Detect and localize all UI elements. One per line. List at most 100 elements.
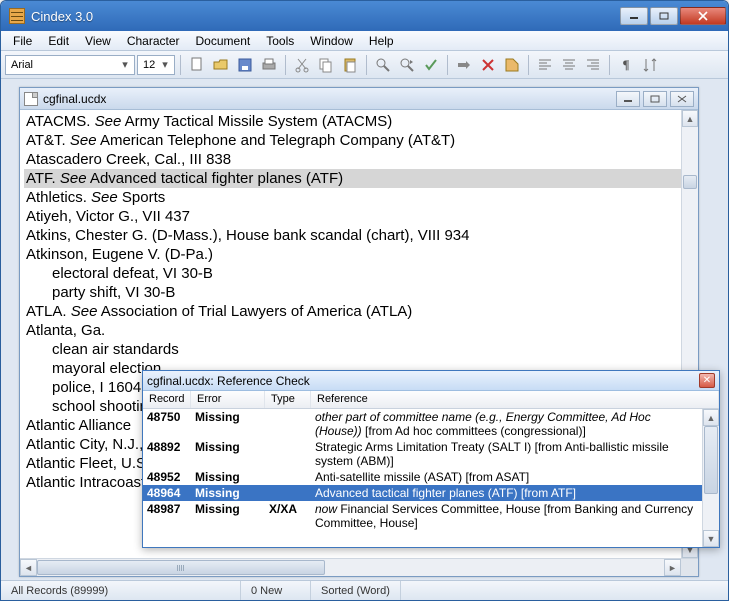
ref-scroll-up-button[interactable]: ▲ (703, 409, 719, 426)
chevron-down-icon: ▾ (158, 56, 172, 74)
ref-error: Missing (195, 486, 269, 500)
ref-scroll-down-button[interactable]: ▼ (703, 530, 719, 547)
statusbar: All Records (89999) 0 New Sorted (Word) (1, 580, 728, 600)
app-icon (9, 8, 25, 24)
index-line[interactable]: AT&T. See American Telephone and Telegra… (24, 131, 694, 150)
print-button[interactable] (258, 54, 280, 76)
index-line[interactable]: clean air standards (24, 340, 694, 359)
ref-text: Strategic Arms Limitation Treaty (SALT I… (315, 440, 698, 468)
checkmark-button[interactable] (420, 54, 442, 76)
font-size-select[interactable]: 12▾ (137, 55, 175, 75)
ref-error: Missing (195, 440, 269, 454)
titlebar[interactable]: Cindex 3.0 (1, 1, 728, 31)
index-line[interactable]: ATLA. See Association of Trial Lawyers o… (24, 302, 694, 321)
col-record[interactable]: Record (143, 391, 191, 408)
menu-window[interactable]: Window (302, 34, 361, 48)
reference-row[interactable]: 48987MissingX/XAnow Financial Services C… (143, 501, 702, 531)
index-line[interactable]: Atlanta, Ga. (24, 321, 694, 340)
ref-scroll-thumb[interactable] (704, 426, 718, 494)
doc-maximize-button[interactable] (643, 91, 667, 107)
find-next-button[interactable] (396, 54, 418, 76)
index-line[interactable]: Atkinson, Eugene V. (D-Pa.) (24, 245, 694, 264)
save-button[interactable] (234, 54, 256, 76)
close-button[interactable] (680, 7, 726, 25)
menu-tools[interactable]: Tools (258, 34, 302, 48)
index-line[interactable]: Athletics. See Sports (24, 188, 694, 207)
menu-file[interactable]: File (5, 34, 40, 48)
align-right-button[interactable] (582, 54, 604, 76)
ref-record: 48952 (147, 470, 195, 484)
ref-type: X/XA (269, 502, 315, 516)
ref-text: Advanced tactical fighter planes (ATF) [… (315, 486, 698, 500)
index-line[interactable]: party shift, VI 30-B (24, 283, 694, 302)
doc-minimize-button[interactable] (616, 91, 640, 107)
paste-button[interactable] (339, 54, 361, 76)
minimize-button[interactable] (620, 7, 648, 25)
find-button[interactable] (372, 54, 394, 76)
ref-error: Missing (195, 502, 269, 516)
menu-view[interactable]: View (77, 34, 119, 48)
col-reference[interactable]: Reference (311, 391, 719, 408)
status-records: All Records (89999) (1, 581, 241, 600)
menubar: File Edit View Character Document Tools … (1, 31, 728, 51)
ref-text: now Financial Services Committee, House … (315, 502, 698, 530)
col-error[interactable]: Error (191, 391, 265, 408)
font-family-select[interactable]: Arial▾ (5, 55, 135, 75)
reference-row[interactable]: 48892Missing Strategic Arms Limitation Tr… (143, 439, 702, 469)
scroll-thumb[interactable] (683, 175, 697, 189)
reference-title: cgfinal.ucdx: Reference Check (147, 374, 699, 388)
col-type[interactable]: Type (265, 391, 311, 408)
menu-help[interactable]: Help (361, 34, 402, 48)
reference-row[interactable]: 48964MissingAdvanced tactical fighter pl… (143, 485, 702, 501)
reference-check-window: cgfinal.ucdx: Reference Check ✕ Record E… (142, 370, 720, 548)
scroll-up-button[interactable]: ▲ (682, 110, 698, 127)
font-size-value: 12 (143, 59, 155, 71)
reference-row[interactable]: 48750Missing other part of committee name… (143, 409, 702, 439)
align-left-button[interactable] (534, 54, 556, 76)
index-line[interactable]: electoral defeat, VI 30-B (24, 264, 694, 283)
reference-row[interactable]: 48952Missing Anti-satellite missile (ASAT… (143, 469, 702, 485)
sort-button[interactable] (639, 54, 661, 76)
index-line[interactable]: Atkins, Chester G. (D-Mass.), House bank… (24, 226, 694, 245)
ref-error: Missing (195, 410, 269, 424)
copy-button[interactable] (315, 54, 337, 76)
ref-text: other part of committee name (e.g., Ener… (315, 410, 698, 438)
document-icon (24, 92, 38, 106)
reference-close-button[interactable]: ✕ (699, 373, 715, 388)
reference-body: 48750Missingother part of committee name… (143, 409, 719, 547)
ref-record: 48892 (147, 440, 195, 454)
index-line[interactable]: ATF. See Advanced tactical fighter plane… (24, 169, 694, 188)
scroll-right-button[interactable]: ► (664, 559, 681, 576)
document-titlebar[interactable]: cgfinal.ucdx (20, 88, 698, 110)
ref-text: Anti-satellite missile (ASAT) [from ASAT… (315, 470, 698, 484)
menu-edit[interactable]: Edit (40, 34, 77, 48)
horizontal-scrollbar[interactable]: ◄ ► (20, 558, 698, 576)
reference-titlebar[interactable]: cgfinal.ucdx: Reference Check ✕ (143, 371, 719, 391)
new-button[interactable] (186, 54, 208, 76)
symbol-button[interactable]: ¶ (615, 54, 637, 76)
delete-button[interactable] (477, 54, 499, 76)
ref-error: Missing (195, 470, 269, 484)
open-button[interactable] (210, 54, 232, 76)
menu-character[interactable]: Character (119, 34, 188, 48)
align-center-button[interactable] (558, 54, 580, 76)
font-family-value: Arial (11, 59, 33, 71)
document-title: cgfinal.ucdx (43, 92, 613, 106)
propagate-button[interactable] (453, 54, 475, 76)
index-line[interactable]: ATACMS. See Army Tactical Missile System… (24, 112, 694, 131)
hscroll-thumb[interactable] (37, 560, 325, 575)
index-line[interactable]: Atascadero Creek, Cal., III 838 (24, 150, 694, 169)
app-title: Cindex 3.0 (31, 9, 620, 24)
ref-record: 48750 (147, 410, 195, 424)
toolbar: Arial▾ 12▾ ¶ (1, 51, 728, 79)
doc-close-button[interactable] (670, 91, 694, 107)
menu-document[interactable]: Document (188, 34, 259, 48)
index-line[interactable]: Atiyeh, Victor G., VII 437 (24, 207, 694, 226)
status-sorted: Sorted (Word) (311, 581, 401, 600)
tag-button[interactable] (501, 54, 523, 76)
cut-button[interactable] (291, 54, 313, 76)
ref-vertical-scrollbar[interactable]: ▲ ▼ (702, 409, 719, 547)
scroll-left-button[interactable]: ◄ (20, 559, 37, 576)
status-new: 0 New (241, 581, 311, 600)
maximize-button[interactable] (650, 7, 678, 25)
